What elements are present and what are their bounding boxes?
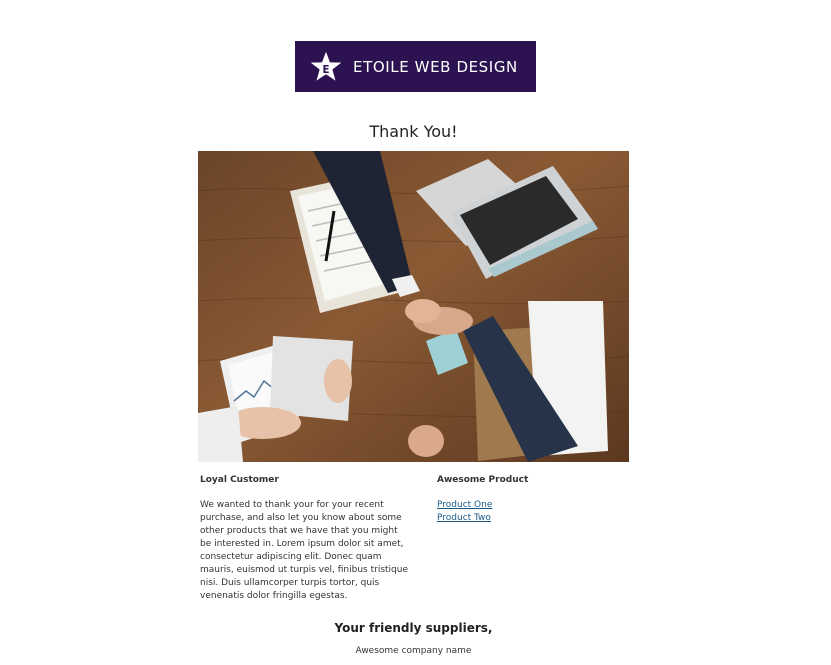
left-column-body: We wanted to thank your for your recent … <box>200 500 408 601</box>
page-title: Thank You! <box>369 122 458 141</box>
hero-image <box>198 151 629 462</box>
logo-banner: E ETOILE WEB DESIGN <box>295 41 536 92</box>
logo-text: ETOILE WEB DESIGN <box>353 57 518 76</box>
left-column-heading: Loyal Customer <box>200 475 279 485</box>
left-column: Loyal Customer We wanted to thank your f… <box>200 474 410 603</box>
right-column: Awesome Product Product One Product Two <box>437 474 627 525</box>
product-one-link[interactable]: Product One <box>437 499 627 512</box>
product-two-link[interactable]: Product Two <box>437 512 627 525</box>
star-logo-icon: E <box>310 51 342 81</box>
company-name: Awesome company name <box>355 646 472 656</box>
logo-star-letter: E <box>323 64 330 75</box>
right-column-heading: Awesome Product <box>437 475 529 485</box>
signoff: Your friendly suppliers, <box>334 621 493 635</box>
